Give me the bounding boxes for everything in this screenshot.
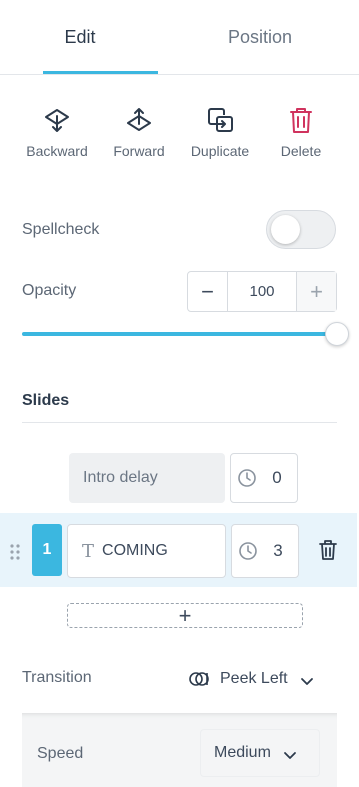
opacity-stepper: − 100 + — [187, 271, 337, 312]
slide-text-input[interactable]: T COMING — [67, 524, 226, 578]
text-type-icon: T — [82, 540, 95, 562]
delete-slide-button[interactable] — [318, 539, 338, 561]
send-backward-icon — [42, 105, 72, 135]
speed-panel: Speed Medium — [22, 713, 337, 787]
opacity-increment-button[interactable]: + — [296, 272, 336, 311]
duplicate-button[interactable]: Duplicate — [180, 105, 260, 165]
clock-icon — [238, 541, 258, 561]
clock-icon — [237, 468, 257, 488]
trash-icon — [319, 540, 337, 560]
speed-select[interactable]: Medium — [200, 729, 320, 777]
tab-edit[interactable]: Edit — [0, 0, 160, 75]
opacity-label: Opacity — [22, 282, 77, 299]
bring-forward-icon — [124, 105, 154, 135]
transition-value: Peek Left — [220, 670, 288, 687]
opacity-slider-handle[interactable] — [325, 322, 349, 346]
duplicate-icon — [205, 105, 235, 135]
backward-button[interactable]: Backward — [17, 105, 97, 165]
intro-delay-input[interactable]: 0 — [230, 453, 298, 503]
spellcheck-label: Spellcheck — [22, 221, 100, 238]
tab-bar: Edit Position — [0, 0, 359, 75]
intro-delay-value: 0 — [272, 468, 282, 487]
chevron-down-icon — [300, 674, 314, 685]
speed-value: Medium — [214, 744, 271, 761]
chevron-down-icon — [283, 748, 297, 759]
toggle-knob — [271, 215, 300, 244]
duplicate-label: Duplicate — [190, 143, 250, 159]
tab-edit-label: Edit — [64, 27, 96, 47]
slides-divider — [22, 422, 337, 423]
layer-actions: Backward Forward Duplicate Delete — [0, 105, 359, 165]
opacity-decrement-button[interactable]: − — [188, 272, 228, 311]
active-tab-indicator — [43, 71, 158, 74]
peek-transition-icon — [188, 671, 210, 687]
slide-number-badge: 1 — [32, 524, 62, 576]
delete-label: Delete — [280, 143, 322, 159]
transition-select[interactable]: Peek Left — [188, 666, 328, 692]
opacity-slider-track[interactable] — [22, 332, 337, 336]
backward-label: Backward — [26, 143, 88, 159]
transition-label: Transition — [22, 669, 92, 686]
spellcheck-toggle[interactable] — [266, 210, 336, 249]
forward-label: Forward — [113, 143, 165, 159]
slide-text-value: COMING — [102, 542, 168, 559]
slide-delay-input[interactable]: 3 — [231, 524, 299, 578]
tab-position[interactable]: Position — [180, 0, 340, 75]
trash-icon — [286, 105, 316, 135]
intro-delay-label: Intro delay — [69, 453, 225, 503]
tab-position-label: Position — [227, 27, 293, 47]
opacity-value[interactable]: 100 — [228, 272, 296, 311]
speed-label: Speed — [37, 745, 84, 762]
forward-button[interactable]: Forward — [99, 105, 179, 165]
drag-handle-icon[interactable] — [8, 543, 22, 561]
add-slide-button[interactable]: + — [67, 603, 303, 628]
slides-heading: Slides — [22, 392, 70, 409]
delete-button[interactable]: Delete — [261, 105, 341, 165]
slide-delay-value: 3 — [273, 541, 283, 560]
